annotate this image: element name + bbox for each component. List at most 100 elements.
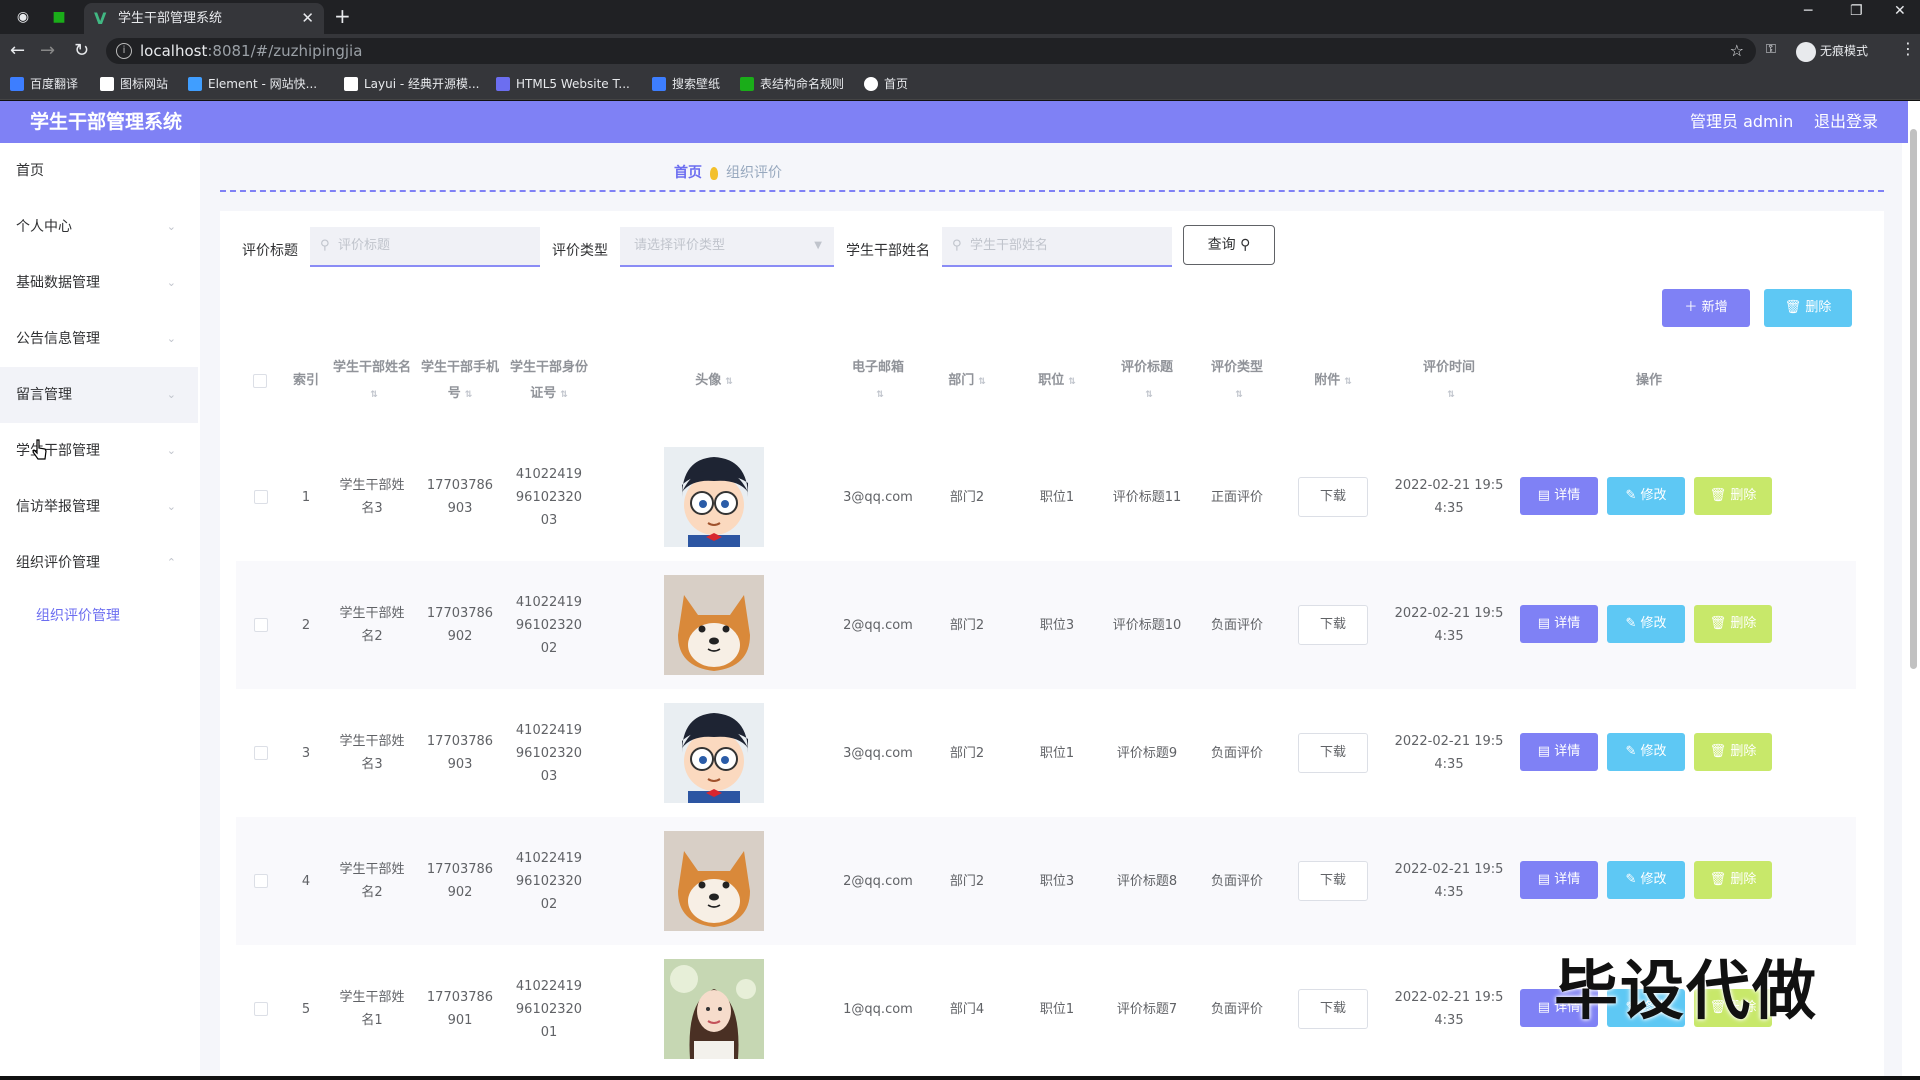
new-tab-icon[interactable]: + xyxy=(334,4,351,28)
sidebar-item-notices[interactable]: 公告信息管理 ⌄ xyxy=(0,311,198,367)
row-checkbox[interactable] xyxy=(254,1002,268,1016)
info-icon[interactable]: i xyxy=(116,43,132,59)
edit-button[interactable]: ✎ 修改 xyxy=(1607,477,1685,515)
incognito-label: 无痕模式 xyxy=(1820,44,1869,58)
bookmark-item[interactable]: HTML5 Website T... xyxy=(496,68,630,100)
logout-link[interactable]: 退出登录 xyxy=(1814,101,1878,143)
batch-delete-button[interactable]: 🗑 删除 xyxy=(1764,289,1852,327)
download-button[interactable]: 下载 xyxy=(1298,733,1368,773)
col-position[interactable]: 职位 ⇅ xyxy=(1012,329,1102,433)
add-button[interactable]: ＋ 新增 xyxy=(1662,289,1750,327)
select-all-checkbox[interactable] xyxy=(253,374,267,388)
query-button[interactable]: 查询 ⚲ xyxy=(1183,225,1275,265)
sort-icon: ⇅ xyxy=(876,389,884,400)
avatar-image xyxy=(664,959,764,1059)
delete-button[interactable]: 🗑 删除 xyxy=(1694,861,1772,899)
browser-menu-icon[interactable]: ◉ xyxy=(12,6,34,28)
scrollbar-thumb[interactable] xyxy=(1910,129,1917,669)
type-select[interactable]: 请选择评价类型 ▼ xyxy=(620,227,834,267)
sidebar-item-reports[interactable]: 信访举报管理 ⌄ xyxy=(0,479,198,535)
col-name[interactable]: 学生干部姓名⇅ xyxy=(328,329,416,433)
trash-icon: 🗑 xyxy=(1709,616,1731,631)
key-icon[interactable]: ⚿ xyxy=(1766,42,1776,57)
bookmark-item[interactable]: 图标网站 xyxy=(100,68,168,100)
delete-button[interactable]: 🗑 删除 xyxy=(1694,733,1772,771)
cell-type: 正面评价 xyxy=(1210,489,1263,505)
bookmark-item[interactable]: 首页 xyxy=(864,68,908,100)
row-checkbox[interactable] xyxy=(254,618,268,632)
col-title[interactable]: 评价标题 ⇅ xyxy=(1102,329,1192,433)
minimize-icon[interactable]: ─ xyxy=(1804,3,1812,19)
cell-position: 职位1 xyxy=(1039,745,1075,761)
address-bar[interactable]: i localhost:8081/#/zuzhipingjia ☆ xyxy=(106,38,1756,64)
incognito-icon xyxy=(1796,41,1816,62)
cell-time: 2022-02-21 19:54:35 xyxy=(1394,990,1504,1028)
detail-button[interactable]: ▤ 详情 xyxy=(1520,477,1598,515)
delete-button[interactable]: 🗑 删除 xyxy=(1694,477,1772,515)
download-button[interactable]: 下载 xyxy=(1298,989,1368,1029)
col-dept[interactable]: 部门 ⇅ xyxy=(922,329,1012,433)
sidebar-subitem-evaluation[interactable]: 组织评价管理 xyxy=(0,591,198,641)
forward-icon[interactable]: → xyxy=(40,40,55,61)
edit-button[interactable]: ✎ 修改 xyxy=(1607,605,1685,643)
delete-button[interactable]: 🗑 删除 xyxy=(1694,605,1772,643)
name-search-input[interactable]: ⚲ 学生干部姓名 xyxy=(942,227,1172,267)
breadcrumb-home[interactable]: 首页 xyxy=(674,165,702,181)
incognito-indicator[interactable]: 无痕模式 xyxy=(1796,40,1868,62)
col-email[interactable]: 电子邮箱 ⇅ xyxy=(834,329,922,433)
bookmark-star-icon[interactable]: ☆ xyxy=(1730,38,1744,64)
title-search-input[interactable]: ⚲ 评价标题 xyxy=(310,227,540,267)
download-button[interactable]: 下载 xyxy=(1298,605,1368,645)
bookmark-item[interactable]: Layui - 经典开源模... xyxy=(344,68,479,100)
row-checkbox[interactable] xyxy=(254,490,268,504)
sort-icon: ⇅ xyxy=(1068,376,1076,387)
sidebar-item-messages[interactable]: 留言管理 ⌄ xyxy=(0,367,198,423)
bookmark-icon xyxy=(344,76,358,91)
col-phone[interactable]: 学生干部手机号 ⇅ xyxy=(416,329,504,433)
trash-icon: 🗑 xyxy=(1709,872,1731,887)
sidebar-item-basic-data[interactable]: 基础数据管理 ⌄ xyxy=(0,255,198,311)
pinned-tab-icon[interactable]: ■ xyxy=(48,6,70,28)
browser-tab[interactable]: V 学生干部管理系统 ✕ xyxy=(84,3,324,34)
close-tab-icon[interactable]: ✕ xyxy=(301,3,314,34)
chevron-down-icon: ⌄ xyxy=(166,444,176,457)
detail-button[interactable]: ▤ 详情 xyxy=(1520,605,1598,643)
col-attachment[interactable]: 附件 ⇅ xyxy=(1282,329,1384,433)
col-time[interactable]: 评价时间 ⇅ xyxy=(1384,329,1514,433)
bookmark-item[interactable]: Element - 网站快... xyxy=(188,68,317,100)
back-icon[interactable]: ← xyxy=(10,40,25,61)
close-window-icon[interactable]: ✕ xyxy=(1894,3,1906,19)
detail-button[interactable]: ▤ 详情 xyxy=(1520,861,1598,899)
bookmark-label: 首页 xyxy=(884,77,909,91)
cell-email: 3@qq.com xyxy=(843,489,913,505)
bookmark-item[interactable]: 搜索壁纸 xyxy=(652,68,720,100)
sidebar-item-cadres[interactable]: 学生干部管理 ⌄ xyxy=(0,423,198,479)
bookmark-item[interactable]: 百度翻译 xyxy=(10,68,78,100)
col-avatar[interactable]: 头像 ⇅ xyxy=(594,329,834,433)
edit-button[interactable]: ✎ 修改 xyxy=(1607,733,1685,771)
cell-email: 1@qq.com xyxy=(843,1001,913,1017)
sidebar-item-home[interactable]: 首页 xyxy=(0,143,198,199)
restore-icon[interactable]: ❐ xyxy=(1850,3,1863,19)
download-button[interactable]: 下载 xyxy=(1298,861,1368,901)
row-checkbox[interactable] xyxy=(254,874,268,888)
col-type[interactable]: 评价类型 ⇅ xyxy=(1192,329,1282,433)
document-icon: ▤ xyxy=(1537,1000,1555,1015)
cell-name: 学生干部姓名2 xyxy=(339,606,405,644)
cell-time: 2022-02-21 19:54:35 xyxy=(1394,606,1504,644)
col-idcard[interactable]: 学生干部身份证号 ⇅ xyxy=(504,329,594,433)
sidebar-item-profile[interactable]: 个人中心 ⌄ xyxy=(0,199,198,255)
sort-icon: ⇅ xyxy=(1344,376,1352,387)
cell-idcard: 410224199610232003 xyxy=(515,466,583,528)
edit-button[interactable]: ✎ 修改 xyxy=(1607,861,1685,899)
bookmark-item[interactable]: 表结构命名规则 xyxy=(740,68,844,100)
detail-button[interactable]: ▤ 详情 xyxy=(1520,733,1598,771)
more-menu-icon[interactable]: ⋮ xyxy=(1900,39,1916,58)
cell-title: 评价标题8 xyxy=(1116,873,1178,889)
reload-icon[interactable]: ↻ xyxy=(74,40,89,61)
row-checkbox[interactable] xyxy=(254,746,268,760)
download-button[interactable]: 下载 xyxy=(1298,477,1368,517)
page-scrollbar[interactable] xyxy=(1908,101,1920,1076)
cell-position: 职位3 xyxy=(1039,873,1075,889)
sidebar-item-evaluation[interactable]: 组织评价管理 ⌃ xyxy=(0,535,198,591)
